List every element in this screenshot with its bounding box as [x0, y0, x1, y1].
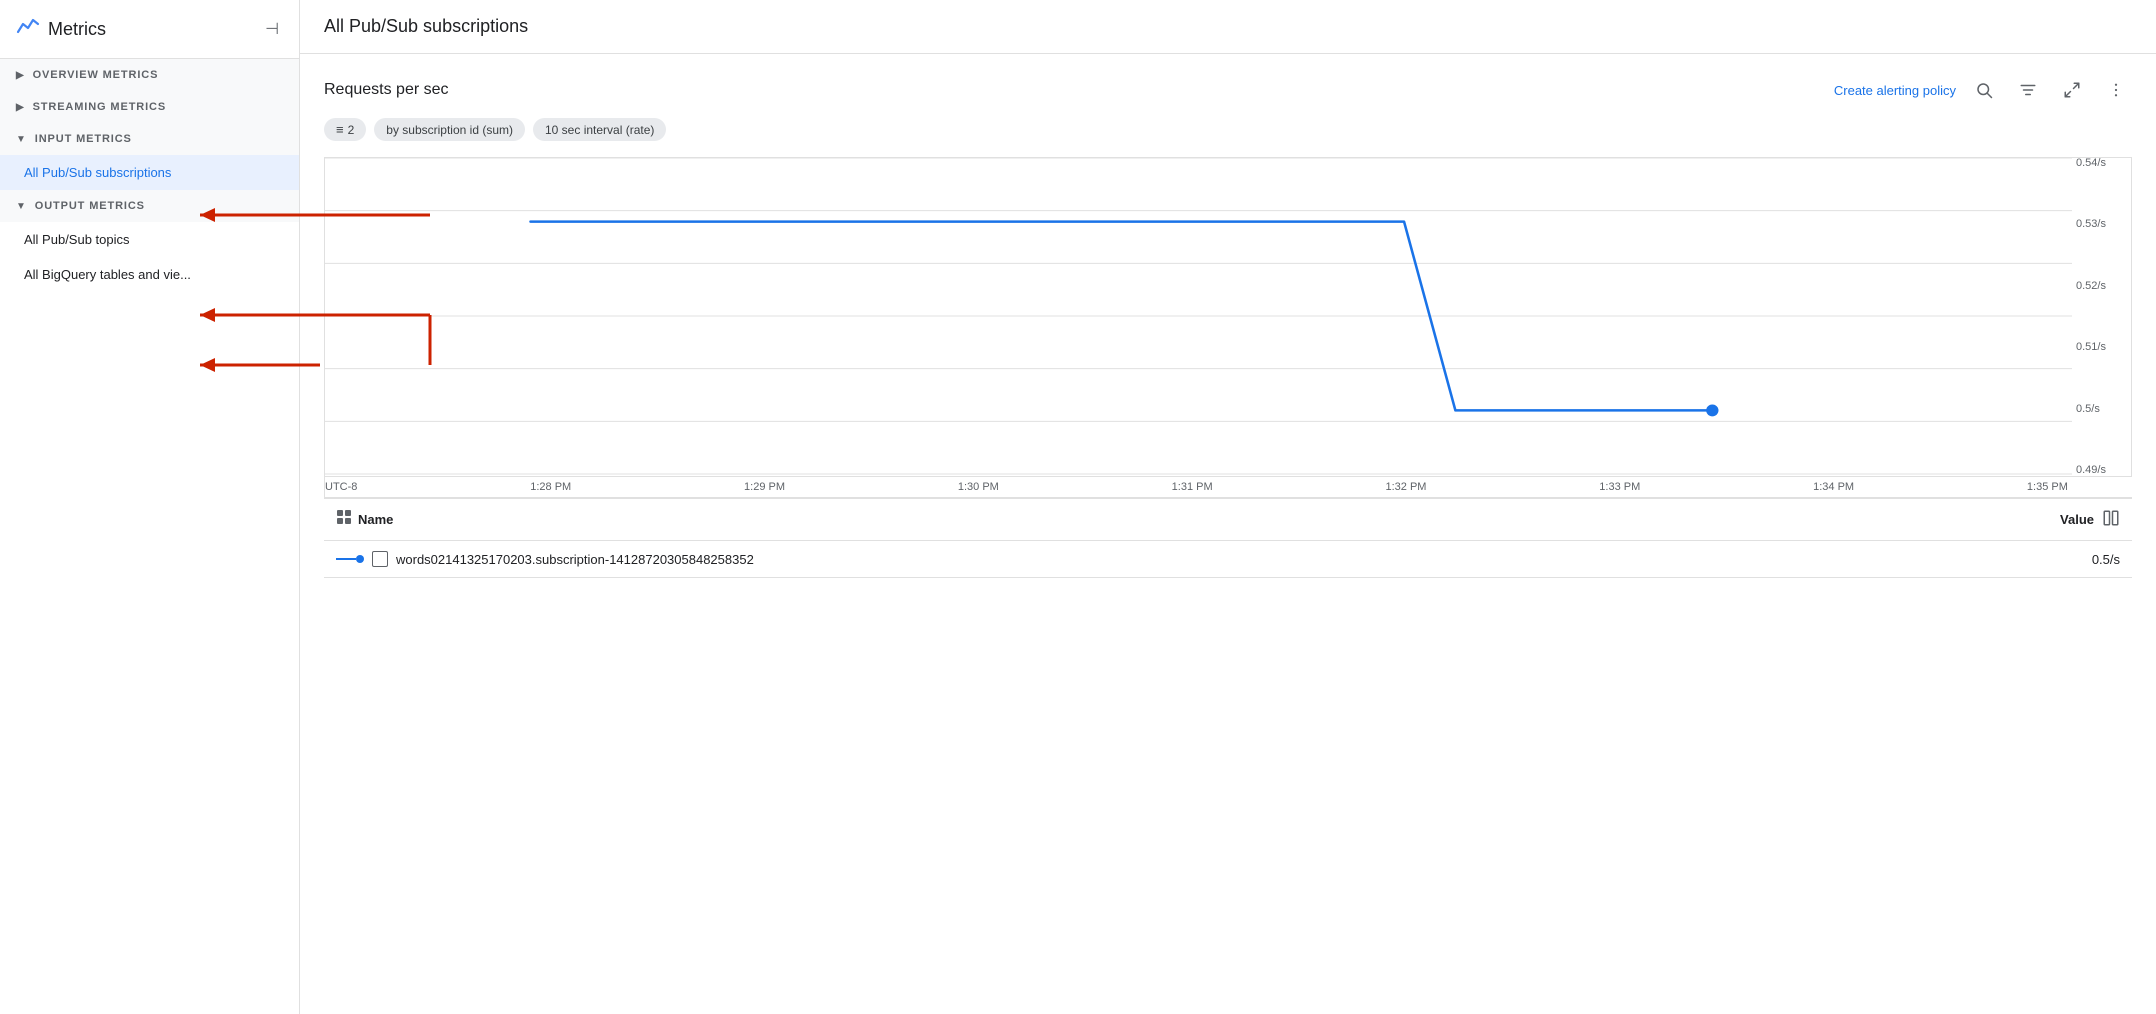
chevron-down-icon-2: ▼: [16, 201, 27, 212]
sidebar-section-label-input: INPUT METRICS: [35, 133, 132, 145]
y-label-049: 0.49/s: [2076, 465, 2127, 476]
create-alerting-policy-link[interactable]: Create alerting policy: [1834, 83, 1956, 98]
sidebar-section-header-output[interactable]: ▼ OUTPUT METRICS: [0, 190, 299, 222]
y-label-054: 0.54/s: [2076, 158, 2127, 169]
x-label-132: 1:32 PM: [1385, 481, 1426, 493]
legend-dot: [356, 555, 364, 563]
filter-lines-icon-button[interactable]: [2012, 74, 2044, 106]
chevron-down-icon: ▼: [16, 134, 27, 145]
chip-count-label: 2: [348, 123, 355, 137]
chart-actions: Create alerting policy: [1834, 74, 2132, 106]
sidebar-item-bigquery[interactable]: All BigQuery tables and vie...: [0, 257, 299, 292]
legend-row-name: words02141325170203.subscription-1412872…: [396, 552, 754, 567]
sidebar-title: Metrics: [48, 19, 106, 40]
sidebar-section-streaming: ▶ STREAMING METRICS: [0, 91, 299, 123]
x-label-135: 1:35 PM: [2027, 481, 2068, 493]
chip-interval[interactable]: 10 sec interval (rate): [533, 118, 666, 141]
metrics-logo-icon: [16, 14, 40, 44]
sidebar-header-left: Metrics: [16, 14, 106, 44]
columns-icon[interactable]: [2102, 509, 2120, 530]
sidebar-section-label-streaming: STREAMING METRICS: [33, 101, 167, 113]
chip-group-by-label: by subscription id (sum): [386, 123, 513, 137]
main-header: All Pub/Sub subscriptions: [300, 0, 2156, 54]
sidebar-section-output: ▼ OUTPUT METRICS All Pub/Sub topics All …: [0, 190, 299, 292]
chart-svg: [324, 157, 2072, 477]
legend-table: Name Value words021413251: [324, 497, 2132, 578]
legend-row: words02141325170203.subscription-1412872…: [324, 541, 2132, 578]
more-vert-icon-button[interactable]: [2100, 74, 2132, 106]
chevron-right-icon-2: ▶: [16, 102, 25, 113]
sidebar-item-pubsub-topics[interactable]: All Pub/Sub topics: [0, 222, 299, 257]
sidebar-section-overview: ▶ OVERVIEW METRICS: [0, 59, 299, 91]
chart-title: Requests per sec: [324, 81, 449, 99]
chart-with-yaxis: 0.54/s 0.53/s 0.52/s 0.51/s 0.5/s 0.49/s: [324, 157, 2132, 477]
legend-line: [336, 558, 356, 560]
chip-filter-count[interactable]: ≡ 2: [324, 118, 366, 141]
x-label-131: 1:31 PM: [1172, 481, 1213, 493]
search-icon-button[interactable]: [1968, 74, 2000, 106]
chip-interval-label: 10 sec interval (rate): [545, 123, 654, 137]
x-axis-labels: UTC-8 1:28 PM 1:29 PM 1:30 PM 1:31 PM 1:…: [324, 477, 2132, 497]
fullscreen-icon-button[interactable]: [2056, 74, 2088, 106]
sidebar-section-header-overview[interactable]: ▶ OVERVIEW METRICS: [0, 59, 299, 91]
y-label-050: 0.5/s: [2076, 404, 2127, 415]
legend-line-indicator: [336, 555, 364, 563]
x-label-130: 1:30 PM: [958, 481, 999, 493]
sidebar-section-header-input[interactable]: ▼ INPUT METRICS: [0, 123, 299, 155]
chip-group-by[interactable]: by subscription id (sum): [374, 118, 525, 141]
main-content: All Pub/Sub subscriptions Requests per s…: [300, 0, 2156, 1014]
chart-container: Requests per sec Create alerting policy: [300, 54, 2156, 1014]
chart-area-wrapper: [324, 157, 2072, 477]
grid-icon: [336, 509, 352, 530]
legend-table-header: Name Value: [324, 499, 2132, 541]
legend-row-checkbox[interactable]: [372, 551, 388, 567]
y-label-052: 0.52/s: [2076, 281, 2127, 292]
sidebar: Metrics ⊣ ▶ OVERVIEW METRICS ▶ STREAMING…: [0, 0, 300, 1014]
legend-name-header: Name: [336, 509, 2060, 530]
sidebar-section-label-overview: OVERVIEW METRICS: [33, 69, 159, 81]
sidebar-item-pubsub-subs[interactable]: All Pub/Sub subscriptions: [0, 155, 299, 190]
sidebar-section-label-output: OUTPUT METRICS: [35, 200, 145, 212]
sidebar-header: Metrics ⊣: [0, 0, 299, 59]
chevron-right-icon: ▶: [16, 70, 25, 81]
sidebar-collapse-button[interactable]: ⊣: [261, 15, 283, 43]
x-label-utc: UTC-8: [325, 481, 357, 493]
sidebar-section-header-streaming[interactable]: ▶ STREAMING METRICS: [0, 91, 299, 123]
y-label-051: 0.51/s: [2076, 342, 2127, 353]
x-label-128: 1:28 PM: [530, 481, 571, 493]
y-label-053: 0.53/s: [2076, 219, 2127, 230]
legend-row-value: 0.5/s: [2092, 552, 2120, 567]
legend-name-label: Name: [358, 512, 393, 527]
x-label-133: 1:33 PM: [1599, 481, 1640, 493]
sidebar-section-input: ▼ INPUT METRICS All Pub/Sub subscription…: [0, 123, 299, 190]
x-label-129: 1:29 PM: [744, 481, 785, 493]
legend-row-left: words02141325170203.subscription-1412872…: [336, 551, 2092, 567]
filter-icon: ≡: [336, 122, 344, 137]
y-axis-labels: 0.54/s 0.53/s 0.52/s 0.51/s 0.5/s 0.49/s: [2072, 157, 2132, 477]
legend-value-label: Value: [2060, 512, 2094, 527]
chart-header: Requests per sec Create alerting policy: [324, 74, 2132, 106]
page-title: All Pub/Sub subscriptions: [324, 16, 528, 36]
filter-chips: ≡ 2 by subscription id (sum) 10 sec inte…: [324, 118, 2132, 141]
x-label-134: 1:34 PM: [1813, 481, 1854, 493]
